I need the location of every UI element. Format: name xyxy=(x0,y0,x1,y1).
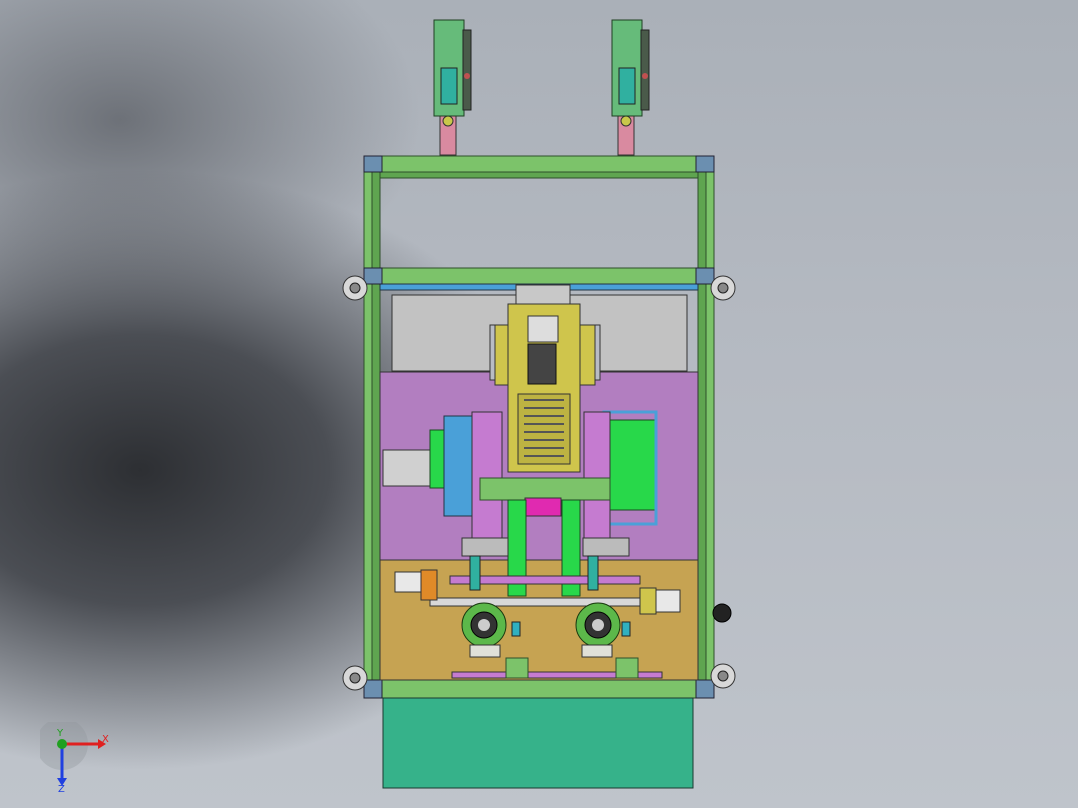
y-axis-dot xyxy=(57,739,67,749)
right-sensor xyxy=(611,19,650,156)
right-slide-module xyxy=(583,410,658,543)
cad-viewport[interactable] xyxy=(0,0,1078,808)
orientation-triad: X Y Z xyxy=(40,722,109,792)
x-axis-label: X xyxy=(102,734,109,745)
y-axis-label: Y xyxy=(56,728,64,739)
left-sensor xyxy=(433,19,472,156)
z-axis-label: Z xyxy=(58,784,65,792)
machine-assembly[interactable] xyxy=(342,19,736,789)
teal-cabinet xyxy=(382,697,694,789)
